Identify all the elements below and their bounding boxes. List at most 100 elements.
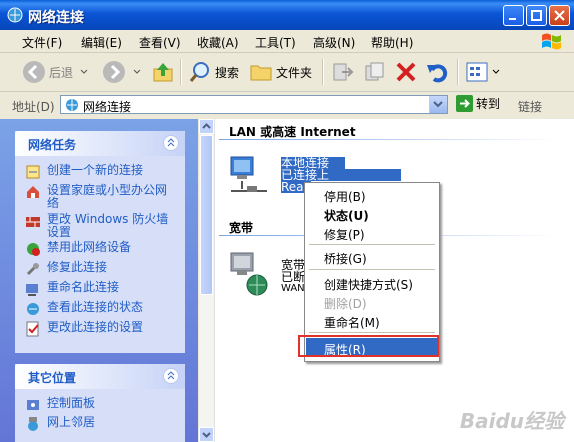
chevron-down-icon bbox=[80, 69, 88, 74]
task-view-status[interactable]: 查看此连接的状态 bbox=[25, 301, 177, 317]
disable-icon bbox=[27, 243, 40, 256]
folder-icon bbox=[250, 65, 272, 81]
group-broadband-title: 宽带 bbox=[229, 221, 254, 235]
new-connection-icon bbox=[26, 165, 40, 179]
scroll-thumb[interactable] bbox=[200, 135, 213, 295]
menu-bar: 文件(F) 编辑(E) 查看(V) 收藏(A) 工具(T) 高级(N) 帮助(H… bbox=[0, 30, 574, 53]
group-divider bbox=[219, 139, 559, 140]
links-label[interactable]: 链接 bbox=[518, 98, 542, 115]
menu-separator bbox=[309, 269, 435, 270]
address-value: 网络连接 bbox=[83, 100, 132, 114]
menu-disable[interactable]: 停用(B) bbox=[306, 185, 438, 204]
menu-separator bbox=[309, 244, 435, 245]
menu-tools[interactable]: 工具(T) bbox=[255, 34, 296, 51]
repair-icon bbox=[26, 263, 39, 276]
maximize-icon bbox=[531, 10, 542, 21]
home-network-icon bbox=[27, 186, 39, 198]
up-folder-button[interactable] bbox=[151, 60, 175, 84]
views-button[interactable] bbox=[465, 60, 501, 84]
task-rename-connection[interactable]: 重命名此连接 bbox=[25, 281, 177, 297]
minimize-icon bbox=[509, 18, 516, 20]
network-tasks-header[interactable]: 网络任务 bbox=[15, 131, 185, 156]
scroll-down-button[interactable] bbox=[199, 427, 214, 442]
other-places-panel: 其它位置 控制面板 网上邻居 bbox=[15, 364, 185, 442]
up-folder-icon bbox=[153, 63, 173, 82]
menu-bridge[interactable]: 桥接(G) bbox=[306, 247, 438, 266]
broadband-connection-status: 已断 bbox=[281, 270, 306, 284]
menu-edit[interactable]: 编辑(E) bbox=[81, 34, 122, 51]
collapse-button[interactable] bbox=[163, 135, 179, 151]
scroll-up-button[interactable] bbox=[199, 119, 214, 134]
menu-favorites[interactable]: 收藏(A) bbox=[197, 34, 239, 51]
menu-rename[interactable]: 重命名(M) bbox=[306, 311, 438, 330]
task-change-settings[interactable]: 更改此连接的设置 bbox=[25, 321, 177, 337]
window-title: 网络连接 bbox=[28, 10, 84, 26]
back-button[interactable]: 后退 bbox=[22, 60, 89, 84]
menu-advanced[interactable]: 高级(N) bbox=[313, 34, 355, 51]
network-tasks-title: 网络任务 bbox=[28, 138, 77, 152]
menu-delete: 删除(D) bbox=[324, 297, 367, 311]
chevron-down-icon bbox=[202, 432, 211, 438]
chevron-up-icon bbox=[202, 123, 211, 129]
move-to-button[interactable] bbox=[330, 60, 354, 84]
copy-to-icon bbox=[365, 62, 384, 81]
folders-button[interactable]: 文件夹 bbox=[249, 60, 312, 84]
go-label: 转到 bbox=[476, 97, 501, 111]
place-network-neighborhood[interactable]: 网上邻居 bbox=[25, 416, 177, 432]
maximize-button[interactable] bbox=[526, 5, 547, 26]
menu-status[interactable]: 状态(U) bbox=[306, 204, 438, 223]
place-control-panel[interactable]: 控制面板 bbox=[25, 397, 177, 413]
task-create-connection[interactable]: 创建一个新的连接 bbox=[25, 164, 177, 180]
address-bar: 地址(D) 网络连接 转到 链接 bbox=[0, 92, 574, 118]
menu-repair[interactable]: 修复(P) bbox=[306, 223, 438, 242]
explorer-window: 网络连接 文件(F) 编辑(E) 查看(V) 收藏(A) 工具(T) 高级(N)… bbox=[0, 0, 574, 442]
rename-icon bbox=[26, 284, 38, 296]
status-icon bbox=[27, 303, 39, 315]
search-button[interactable]: 搜索 bbox=[188, 60, 239, 84]
control-panel-icon bbox=[27, 400, 39, 410]
go-button[interactable]: 转到 bbox=[456, 95, 500, 112]
chevron-down-icon bbox=[492, 69, 500, 74]
address-dropdown[interactable] bbox=[429, 96, 447, 113]
forward-button[interactable] bbox=[102, 60, 142, 84]
chevron-down-icon bbox=[433, 101, 443, 108]
copy-to-button[interactable] bbox=[362, 60, 386, 84]
chevron-up-icon bbox=[167, 371, 175, 380]
task-disable-device[interactable]: 禁用此网络设备 bbox=[25, 241, 177, 257]
chevron-down-icon bbox=[133, 69, 141, 74]
vertical-scrollbar[interactable] bbox=[199, 119, 215, 442]
address-input[interactable]: 网络连接 bbox=[60, 95, 448, 114]
firewall-icon bbox=[26, 217, 40, 227]
windows-logo-icon bbox=[542, 33, 561, 50]
network-connections-icon bbox=[66, 99, 78, 111]
search-label: 搜索 bbox=[215, 65, 240, 80]
undo-button[interactable] bbox=[425, 60, 449, 84]
menu-create-shortcut[interactable]: 创建快捷方式(S) bbox=[306, 273, 438, 292]
network-connections-icon bbox=[7, 7, 23, 23]
task-repair-connection[interactable]: 修复此连接 bbox=[25, 261, 177, 277]
task-firewall-settings[interactable]: 更改 Windows 防火墙设置 bbox=[25, 213, 177, 239]
minimize-button[interactable] bbox=[503, 5, 524, 26]
other-places-title: 其它位置 bbox=[28, 371, 77, 385]
highlight-annotation-box bbox=[298, 335, 439, 357]
task-setup-home-network[interactable]: 设置家庭或小型办公网络 bbox=[25, 184, 177, 210]
forward-arrow-icon bbox=[103, 61, 125, 83]
title-bar[interactable]: 网络连接 bbox=[0, 0, 574, 30]
settings-icon bbox=[26, 321, 39, 337]
views-grid-icon bbox=[466, 62, 488, 82]
move-to-icon bbox=[333, 63, 354, 81]
delete-button[interactable] bbox=[394, 60, 418, 84]
menu-separator bbox=[309, 332, 435, 333]
other-places-header[interactable]: 其它位置 bbox=[15, 364, 185, 389]
menu-view[interactable]: 查看(V) bbox=[139, 34, 181, 51]
go-arrow-icon bbox=[456, 95, 473, 112]
close-button[interactable] bbox=[549, 5, 570, 26]
close-icon bbox=[554, 10, 565, 21]
broadband-computer-icon bbox=[230, 252, 268, 296]
group-lan-title: LAN 或高速 Internet bbox=[229, 125, 356, 139]
collapse-button[interactable] bbox=[163, 368, 179, 384]
menu-file[interactable]: 文件(F) bbox=[22, 34, 62, 51]
menu-help[interactable]: 帮助(H) bbox=[371, 34, 413, 51]
address-label: 地址(D) bbox=[12, 100, 55, 114]
back-arrow-icon bbox=[23, 61, 45, 83]
